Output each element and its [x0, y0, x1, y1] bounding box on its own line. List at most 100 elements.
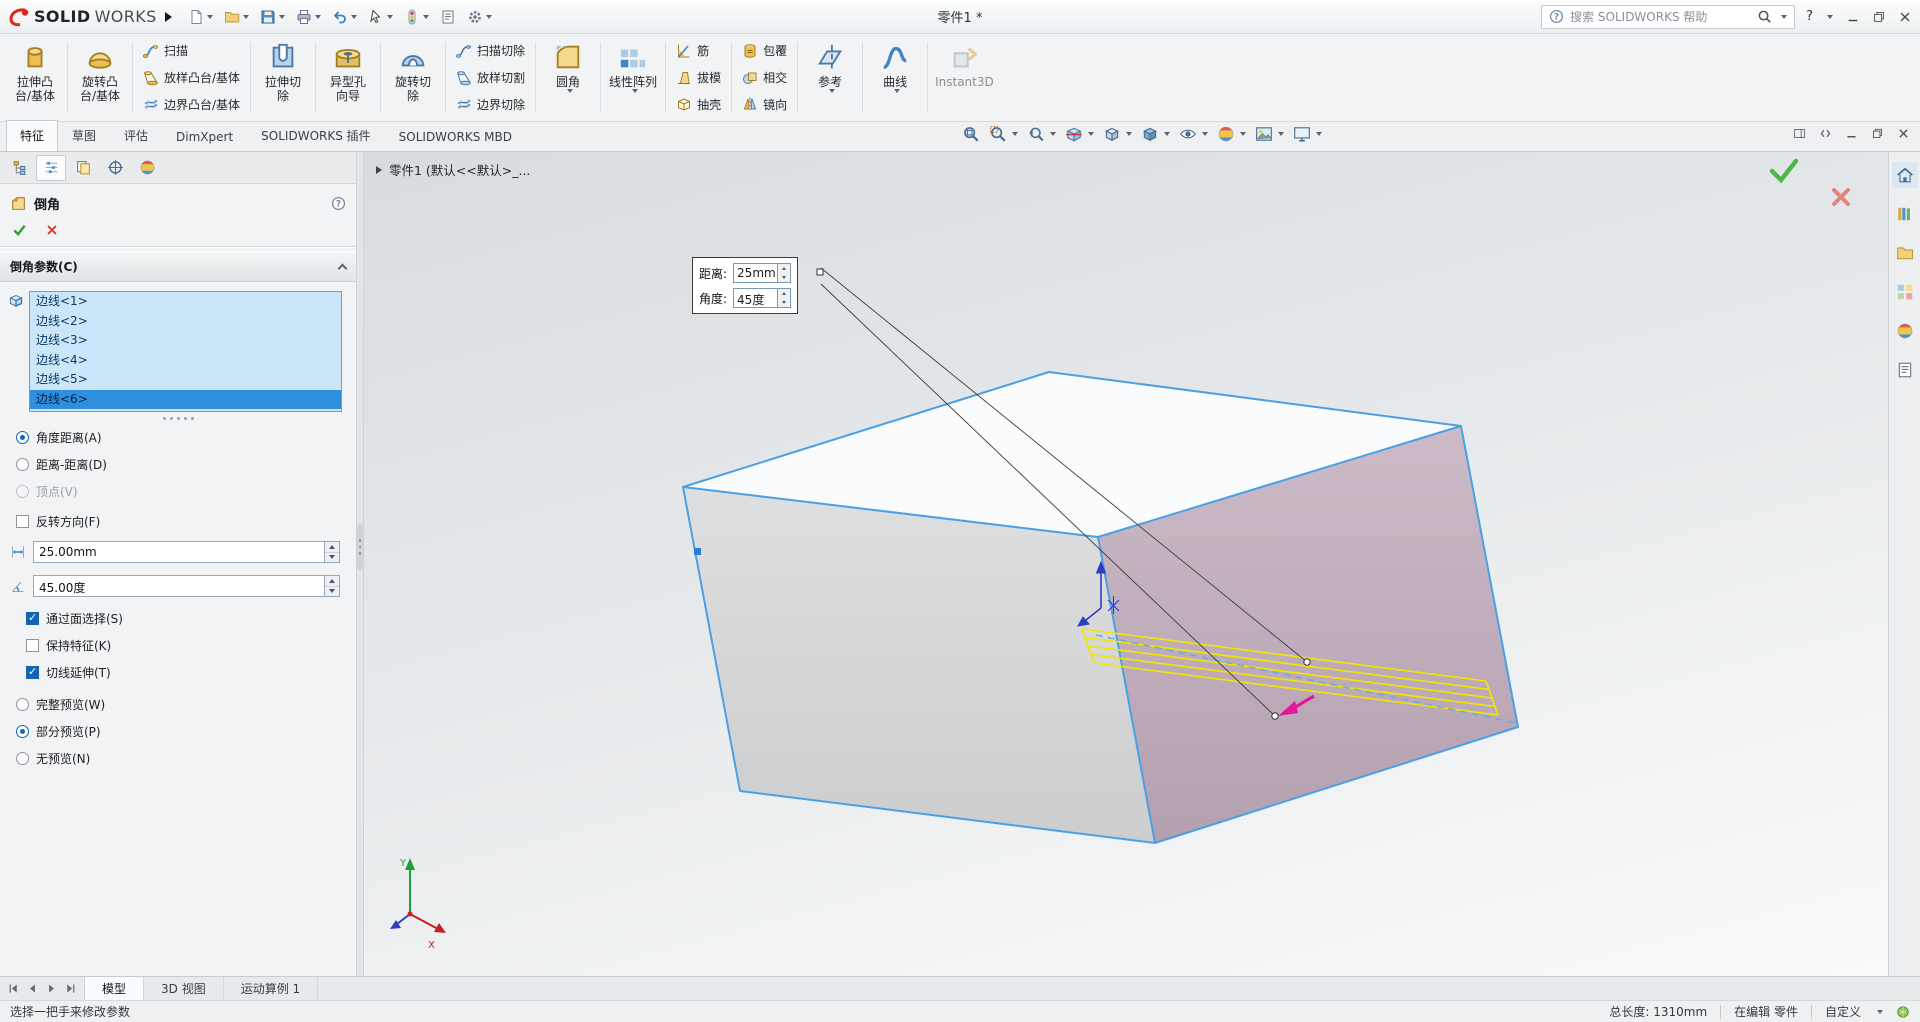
spin-up-icon[interactable]: [778, 289, 790, 298]
expand-panes-button[interactable]: [1819, 127, 1832, 140]
home-tab[interactable]: [1892, 162, 1918, 188]
chamfer-callout[interactable]: 距离:25mm角度:45度: [692, 257, 798, 314]
callout-field[interactable]: 25mm: [733, 263, 791, 283]
boundary-cut-button[interactable]: 边界切除: [449, 91, 532, 117]
edge-list-item[interactable]: 边线<2>: [30, 312, 341, 332]
search-icon[interactable]: [1757, 9, 1772, 24]
undo-button[interactable]: [328, 6, 361, 28]
chamfer-option-0[interactable]: 通过面选择(S): [10, 605, 356, 632]
nav-prev-button[interactable]: [24, 982, 41, 995]
previous-view-button[interactable]: [1027, 125, 1056, 143]
nav-next-button[interactable]: [43, 982, 60, 995]
callout-spinner[interactable]: [777, 289, 790, 307]
new-document-button[interactable]: [184, 6, 217, 28]
type-option-2[interactable]: 顶点(V): [0, 478, 356, 505]
close-window-button[interactable]: [1898, 10, 1912, 24]
search-caret-icon[interactable]: [1781, 15, 1787, 19]
edit-appearance-button[interactable]: [1217, 125, 1246, 143]
status-units-custom[interactable]: 自定义: [1825, 1003, 1861, 1020]
pm-help-icon[interactable]: ?: [331, 196, 346, 211]
spin-up-icon[interactable]: [325, 576, 339, 587]
mirror-button[interactable]: 镜向: [735, 91, 794, 117]
splitter-handle[interactable]: [357, 524, 363, 570]
bottom-tab-0[interactable]: 模型: [85, 977, 144, 1000]
angle-spinner[interactable]: [324, 576, 339, 596]
confirm-cancel-button[interactable]: [1830, 186, 1852, 208]
rib-button[interactable]: 筋: [669, 38, 728, 64]
chamfer-option-1[interactable]: 保持特征(K): [10, 632, 356, 659]
hide-show-items-button[interactable]: [1179, 125, 1208, 143]
rebuild-button[interactable]: [400, 6, 433, 28]
zoom-to-fit-button[interactable]: [962, 125, 980, 143]
pane-toggle-button[interactable]: [1793, 127, 1806, 140]
nav-last-button[interactable]: [62, 982, 79, 995]
command-tab-3[interactable]: DimXpert: [162, 123, 247, 151]
restore-window-button[interactable]: [1872, 10, 1886, 24]
type-option-0[interactable]: 角度距离(A): [0, 424, 356, 451]
pm-section-header[interactable]: 倒角参数(C): [0, 251, 356, 282]
file-properties-button[interactable]: [436, 6, 460, 28]
viewport-3d-scene[interactable]: Y X: [364, 152, 1888, 976]
custom-properties-tab[interactable]: [1892, 357, 1918, 383]
search-box[interactable]: ? 搜索 SOLIDWORKS 帮助: [1541, 5, 1795, 29]
distance-spinner[interactable]: [324, 542, 339, 562]
flyout-tree-arrow-icon[interactable]: [376, 166, 382, 174]
view-palette-tab[interactable]: [1892, 279, 1918, 305]
spin-up-icon[interactable]: [325, 542, 339, 553]
minimize-document-button[interactable]: [1845, 127, 1858, 140]
hole-wizard-button[interactable]: 异型孔向导: [319, 36, 377, 119]
leader-attach-point[interactable]: [1272, 713, 1278, 719]
command-tab-0[interactable]: 特征: [6, 120, 58, 151]
extruded-cut-button[interactable]: 拉伸切除: [254, 36, 312, 119]
spin-up-icon[interactable]: [778, 264, 790, 273]
edge-list-item[interactable]: 边线<3>: [30, 331, 341, 351]
edge-list-item[interactable]: 边线<6>: [30, 390, 341, 410]
help-button[interactable]: ?: [1804, 9, 1815, 24]
units-caret-icon[interactable]: [1877, 1010, 1883, 1014]
appearances-tab[interactable]: [1892, 318, 1918, 344]
preview-option-2[interactable]: 无预览(N): [0, 745, 356, 772]
lofted-boss-base-button[interactable]: 放样凸台/基体: [136, 65, 247, 91]
graphics-viewport[interactable]: 零件1 (默认<<默认>_... 距离:25mm角度:45度: [364, 152, 1888, 976]
featuremanager-tree-tab[interactable]: [4, 155, 34, 181]
boundary-boss-base-button[interactable]: 边界凸台/基体: [136, 91, 247, 117]
section-view-button[interactable]: [1065, 125, 1094, 143]
draft-button[interactable]: 拔模: [669, 65, 728, 91]
model-left-face[interactable]: [683, 487, 1155, 843]
spin-down-icon[interactable]: [778, 273, 790, 282]
angle-input[interactable]: 45.00度: [33, 575, 340, 597]
restore-document-button[interactable]: [1871, 127, 1884, 140]
callout-anchor-handle[interactable]: [817, 269, 823, 275]
displaymanager-tab[interactable]: [132, 155, 162, 181]
propertymanager-tab[interactable]: [36, 155, 66, 181]
chamfer-option-2[interactable]: 切线延伸(T): [10, 659, 356, 686]
display-style-button[interactable]: [1141, 125, 1170, 143]
callout-field[interactable]: 45度: [733, 288, 791, 308]
print-document-button[interactable]: [292, 6, 325, 28]
swept-cut-button[interactable]: 扫描切除: [449, 38, 532, 64]
close-document-button[interactable]: [1897, 127, 1910, 140]
confirm-ok-button[interactable]: [1768, 158, 1800, 184]
reference-geometry-button[interactable]: 参考: [801, 36, 859, 119]
design-library-tab[interactable]: [1892, 201, 1918, 227]
pm-cancel-button[interactable]: [45, 223, 59, 237]
callout-spinner[interactable]: [777, 264, 790, 282]
revolved-boss-base-button[interactable]: 旋转凸台/基体: [71, 36, 129, 119]
revolved-cut-button[interactable]: 旋转切除: [384, 36, 442, 119]
linear-pattern-button[interactable]: 线性阵列: [604, 36, 662, 119]
select-tool-button[interactable]: [364, 6, 397, 28]
bottom-tab-2[interactable]: 运动算例 1: [224, 977, 318, 1000]
intersect-button[interactable]: 相交: [735, 65, 794, 91]
edge-selection-listbox[interactable]: 边线<1>边线<2>边线<3>边线<4>边线<5>边线<6>: [29, 291, 342, 412]
curves-button[interactable]: 曲线: [866, 36, 924, 119]
edge-list-item[interactable]: 边线<4>: [30, 351, 341, 371]
open-document-button[interactable]: [220, 6, 253, 28]
command-tab-5[interactable]: SOLIDWORKS MBD: [385, 123, 526, 151]
spin-down-icon[interactable]: [325, 587, 339, 597]
dimxpertmanager-tab[interactable]: [100, 155, 130, 181]
swept-boss-base-button[interactable]: 扫描: [136, 38, 247, 64]
command-tab-2[interactable]: 评估: [110, 120, 162, 151]
zoom-to-area-button[interactable]: [989, 125, 1018, 143]
spin-down-icon[interactable]: [325, 553, 339, 563]
feature-tree-breadcrumb[interactable]: 零件1 (默认<<默认>_...: [376, 160, 530, 179]
